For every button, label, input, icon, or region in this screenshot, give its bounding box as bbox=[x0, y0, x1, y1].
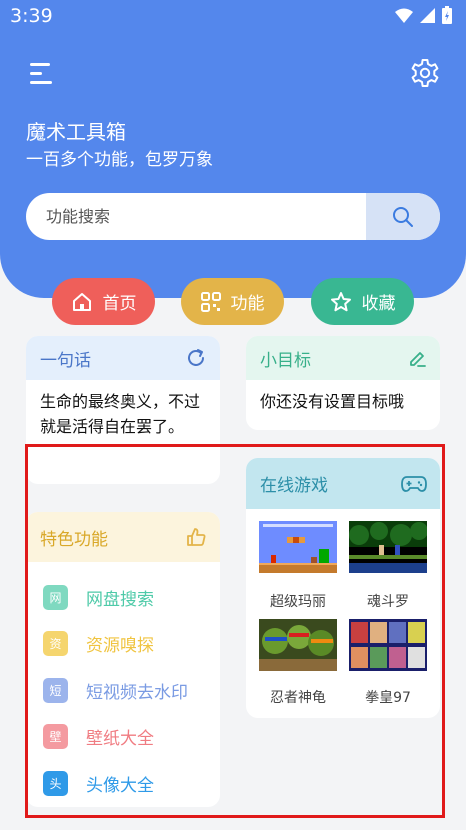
search-bar bbox=[26, 193, 440, 240]
battery-icon bbox=[442, 6, 452, 24]
search-input[interactable] bbox=[46, 193, 366, 240]
edit-icon[interactable] bbox=[407, 348, 427, 368]
apps-icon bbox=[200, 291, 221, 312]
quote-card-title: 一句话 bbox=[40, 350, 91, 371]
status-icons bbox=[395, 6, 452, 24]
home-icon bbox=[72, 292, 91, 311]
app-subtitle: 一百多个功能，包罗万象 bbox=[26, 150, 213, 170]
nav-favorites-button[interactable]: 收藏 bbox=[311, 278, 414, 325]
quote-card-header: 一句话 bbox=[26, 336, 220, 380]
goal-text: 你还没有设置目标哦 bbox=[260, 392, 405, 411]
menu-icon[interactable] bbox=[28, 60, 56, 88]
refresh-icon[interactable] bbox=[185, 347, 207, 369]
nav-favorites-label: 收藏 bbox=[361, 294, 396, 314]
status-time: 3:39 bbox=[10, 5, 53, 27]
search-icon bbox=[393, 206, 413, 227]
status-bar: 3:39 bbox=[0, 0, 466, 32]
highlight-box bbox=[25, 444, 445, 818]
signal-icon bbox=[420, 7, 435, 23]
quote-text: 生命的最终奥义，不过就是活得自在罢了。 bbox=[40, 392, 201, 436]
nav-home-button[interactable]: 首页 bbox=[52, 278, 155, 325]
nav-home-label: 首页 bbox=[102, 294, 137, 314]
goal-card[interactable]: 小目标 你还没有设置目标哦 bbox=[246, 336, 440, 430]
nav-functions-button[interactable]: 功能 bbox=[181, 278, 284, 325]
search-button[interactable] bbox=[366, 193, 440, 240]
star-icon bbox=[330, 291, 351, 311]
wifi-icon bbox=[395, 8, 413, 23]
goal-card-title: 小目标 bbox=[260, 350, 311, 371]
nav-functions-label: 功能 bbox=[230, 294, 265, 314]
gear-icon[interactable] bbox=[410, 58, 440, 88]
goal-card-header: 小目标 bbox=[246, 336, 440, 380]
app-title: 魔术工具箱 bbox=[26, 120, 126, 144]
